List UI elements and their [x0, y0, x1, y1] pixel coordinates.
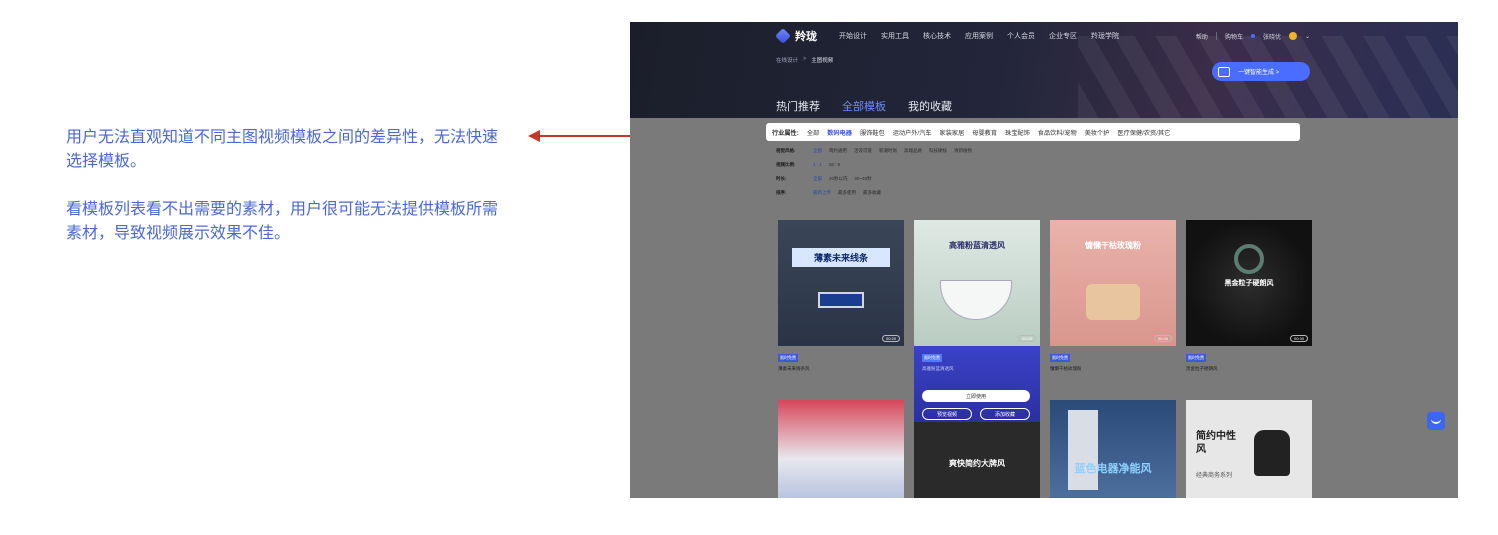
- free-badge: 限时免费: [1186, 354, 1206, 362]
- free-badge: 限时免费: [778, 354, 798, 362]
- filter-option[interactable]: 全部: [807, 128, 819, 137]
- nav-item[interactable]: 羚珑学院: [1091, 31, 1119, 41]
- chat-assistant-icon[interactable]: [1427, 412, 1445, 430]
- annotation-line-2: 看模板列表看不出需要的素材，用户很可能无法提供模板所需素材，导致视频展示效果不佳…: [66, 201, 499, 242]
- filter-option[interactable]: 食品饮料/宠物: [1038, 128, 1077, 137]
- card-thumbnail: [778, 400, 904, 498]
- filter-option[interactable]: 美妆个护: [1085, 128, 1110, 137]
- filter-option[interactable]: 服饰鞋包: [860, 128, 885, 137]
- nav-item[interactable]: 实用工具: [881, 31, 909, 41]
- card-name[interactable]: 慵懒干枯玫瑰粉: [1050, 366, 1082, 372]
- duration-badge: 00:20: [1017, 335, 1036, 342]
- video-icon: [1218, 66, 1230, 77]
- filter-option[interactable]: 珠宝配饰: [1005, 128, 1030, 137]
- style-filter: 视觉风格: 全部 简约通用 活泼可爱 新潮时尚 高端品质 科技硬核 清新植物: [776, 148, 972, 153]
- template-card[interactable]: 蓝色电器净能风: [1050, 400, 1176, 498]
- nav-item[interactable]: 企业专区: [1049, 31, 1077, 41]
- nav-item[interactable]: 个人会员: [1007, 31, 1035, 41]
- tab-hot[interactable]: 热门推荐: [776, 98, 820, 114]
- free-badge: 限时免费: [922, 354, 942, 362]
- product-image: [1068, 410, 1098, 490]
- nav-item[interactable]: 开始设计: [839, 31, 867, 41]
- chevron-down-icon[interactable]: ⌄: [1305, 33, 1310, 40]
- template-card[interactable]: 薄素未来线条 00:20: [778, 220, 904, 346]
- industry-filter: 行业属性: 全部 数码电器 服饰鞋包 运动户外/汽车 家装家居 母婴教育 珠宝配…: [766, 123, 1300, 141]
- backpack-image: [1254, 430, 1290, 476]
- product-image: [818, 292, 864, 308]
- tab-favorites[interactable]: 我的收藏: [908, 98, 952, 114]
- nav-item[interactable]: 应用案例: [965, 31, 993, 41]
- product-image: [1234, 244, 1264, 274]
- annotation-line-1: 用户无法直观知道不同主图视频模板之间的差异性，无法快速选择模板。: [66, 129, 499, 170]
- smart-generate-button[interactable]: 一键智能生成 >: [1212, 62, 1310, 81]
- logo-icon: [775, 28, 791, 44]
- logo[interactable]: 羚珑: [775, 28, 817, 44]
- card-hover-panel: 限时免费 高雅粉蓝清透风 立即使用 预览视频 添加收藏: [914, 346, 1040, 422]
- cart-link[interactable]: 购物车: [1225, 32, 1243, 41]
- avatar[interactable]: [1288, 32, 1297, 40]
- divider: [1215, 32, 1217, 40]
- use-now-button[interactable]: 立即使用: [922, 390, 1030, 402]
- nav-item[interactable]: 核心技术: [923, 31, 951, 41]
- template-tabs: 热门推荐 全部模板 我的收藏: [776, 98, 952, 114]
- filter-option-selected[interactable]: 数码电器: [827, 128, 852, 137]
- template-card[interactable]: [778, 400, 904, 498]
- user-name[interactable]: 张晓优: [1263, 32, 1281, 41]
- notification-dot-icon: [1250, 34, 1255, 38]
- breadcrumb: 在线设计 > 主图视频: [776, 56, 834, 64]
- filter-option[interactable]: 家装家居: [940, 128, 965, 137]
- filter-option[interactable]: 运动户外/汽车: [893, 128, 932, 137]
- add-favorite-button[interactable]: 添加收藏: [980, 408, 1030, 420]
- filter-option[interactable]: 医疗保健/农资/其它: [1117, 128, 1170, 137]
- template-card[interactable]: 爽快简约大牌风: [914, 422, 1040, 498]
- product-image: [1086, 284, 1140, 320]
- template-card[interactable]: 简约中性风 经典商务系列: [1186, 400, 1312, 498]
- help-link[interactable]: 帮助: [1196, 32, 1208, 41]
- annotation-text: 用户无法直观知道不同主图视频模板之间的差异性，无法快速选择模板。 看模板列表看不…: [66, 126, 506, 270]
- duration-badge: 00:30: [1153, 335, 1172, 342]
- card-name[interactable]: 黑金粒子硬朗风: [1186, 366, 1218, 372]
- card-thumbnail: [1050, 220, 1176, 346]
- template-card-hovered[interactable]: 高雅粉蓝清透风 00:20: [914, 220, 1040, 346]
- sort-filter: 排序: 最新上传 最多使用 最多收藏: [776, 190, 881, 195]
- template-screenshot: 羚珑 开始设计 实用工具 核心技术 应用案例 个人会员 企业专区 羚珑学院 帮助…: [630, 22, 1458, 498]
- free-badge: 限时免费: [1050, 354, 1070, 362]
- duration-badge: 00:30: [1289, 335, 1308, 342]
- duration-badge: 00:20: [881, 335, 900, 342]
- user-menu: 帮助 购物车 张晓优 ⌄: [1196, 28, 1310, 44]
- card-name: 高雅粉蓝清透风: [922, 366, 954, 371]
- filter-option[interactable]: 母婴教育: [972, 128, 997, 137]
- tab-all[interactable]: 全部模板: [842, 98, 886, 114]
- top-nav: 羚珑 开始设计 实用工具 核心技术 应用案例 个人会员 企业专区 羚珑学院: [775, 28, 1119, 44]
- preview-video-button[interactable]: 预览视频: [922, 408, 972, 420]
- card-thumbnail: [778, 220, 904, 346]
- ratio-filter: 视频比例: 1 : 1 16 : 9: [776, 162, 841, 167]
- template-card[interactable]: 黑金粒子硬朗风 00:30: [1186, 220, 1312, 346]
- duration-filter: 时长: 全部 20秒以内 20~40秒: [776, 176, 872, 181]
- template-card[interactable]: 慵懒干枯玫瑰粉 00:30: [1050, 220, 1176, 346]
- card-name[interactable]: 薄素未来线条风: [778, 366, 810, 372]
